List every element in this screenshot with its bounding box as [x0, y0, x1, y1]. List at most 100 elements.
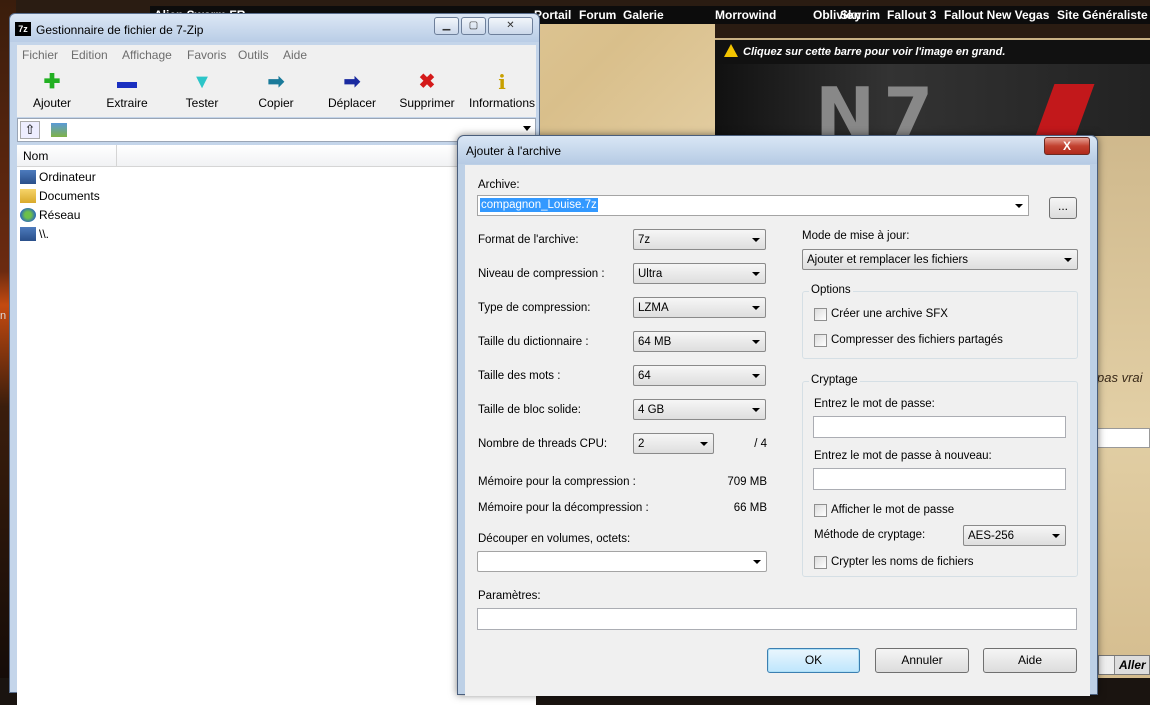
- maximize-button[interactable]: ▢: [461, 17, 486, 35]
- title-bar[interactable]: 7z Gestionnaire de fichier de 7-Zip ▁ ▢ …: [10, 14, 539, 42]
- password-input[interactable]: [813, 416, 1066, 438]
- add-to-archive-dialog: Ajouter à l'archive X Archive: compagnon…: [457, 135, 1098, 696]
- computer-path-icon: [51, 123, 67, 137]
- word-size-select[interactable]: 64: [633, 365, 766, 386]
- show-password-label[interactable]: Afficher le mot de passe: [831, 504, 954, 516]
- chevron-down-icon: [1052, 534, 1060, 538]
- move-button[interactable]: ➡ Déplacer: [317, 65, 387, 117]
- format-value: 7z: [638, 234, 651, 246]
- up-folder-icon[interactable]: ⇧: [20, 121, 40, 139]
- menu-outils[interactable]: Outils: [238, 48, 269, 62]
- close-button[interactable]: ✕: [488, 17, 533, 35]
- shared-files-checkbox[interactable]: [814, 334, 827, 347]
- encryption-method-select[interactable]: AES-256: [963, 525, 1066, 546]
- computer-icon: [20, 170, 36, 184]
- chevron-down-icon: [752, 408, 760, 412]
- archive-name-value: compagnon_Louise.7z: [480, 198, 598, 212]
- dialog-close-button[interactable]: X: [1044, 137, 1090, 155]
- split-volumes-combo[interactable]: [477, 551, 767, 572]
- password-confirm-input[interactable]: [813, 468, 1066, 490]
- dictionary-size-select[interactable]: 64 MB: [633, 331, 766, 352]
- dictionary-size-value: 64 MB: [638, 336, 672, 348]
- list-item-label: \\.: [39, 227, 50, 241]
- update-mode-select[interactable]: Ajouter et remplacer les fichiers: [802, 249, 1078, 270]
- chevron-down-icon: [1064, 258, 1072, 262]
- compression-level-value: Ultra: [638, 268, 663, 280]
- solid-block-label: Taille de bloc solide:: [478, 404, 581, 416]
- memory-decompression-label: Mémoire pour la décompression :: [478, 502, 649, 514]
- solid-block-value: 4 GB: [638, 404, 665, 416]
- format-select[interactable]: 7z: [633, 229, 766, 250]
- info-label: Informations: [468, 96, 536, 110]
- compression-type-value: LZMA: [638, 302, 669, 314]
- extract-label: Extraire: [106, 96, 148, 110]
- menu-aide[interactable]: Aide: [283, 48, 307, 62]
- nav-link-site-generaliste[interactable]: Site Généraliste: [1057, 8, 1148, 22]
- test-button[interactable]: ▼ Tester: [167, 65, 237, 117]
- aller-button[interactable]: Aller: [1098, 655, 1150, 675]
- format-label: Format de l'archive:: [478, 234, 579, 246]
- password-label: Entrez le mot de passe:: [814, 398, 935, 410]
- chevron-down-icon[interactable]: [1015, 204, 1023, 208]
- aller-label: Aller: [1119, 658, 1146, 672]
- browse-button[interactable]: ...: [1049, 197, 1077, 219]
- threads-select[interactable]: 2: [633, 433, 714, 454]
- chevron-down-icon[interactable]: [1099, 656, 1115, 674]
- n7-logo-text: N7: [815, 72, 942, 136]
- compression-type-select[interactable]: LZMA: [633, 297, 766, 318]
- add-button[interactable]: ✚ Ajouter: [17, 65, 87, 117]
- enlarge-image-text: Cliquez sur cette barre pour voir l'imag…: [743, 46, 1006, 58]
- threads-label: Nombre de threads CPU:: [478, 438, 608, 450]
- minimize-button[interactable]: ▁: [434, 17, 459, 35]
- sfx-checkbox[interactable]: [814, 308, 827, 321]
- ok-button[interactable]: OK: [767, 648, 860, 673]
- compression-level-select[interactable]: Ultra: [633, 263, 766, 284]
- network-icon: [20, 208, 36, 222]
- info-button[interactable]: i Informations: [467, 65, 537, 117]
- help-button[interactable]: Aide: [983, 648, 1077, 673]
- extract-button[interactable]: ▬ Extraire: [92, 65, 162, 117]
- delete-icon: ✖: [418, 71, 436, 93]
- parameters-input[interactable]: [477, 608, 1077, 630]
- encryption-title: Cryptage: [809, 374, 860, 386]
- menu-favoris[interactable]: Favoris: [187, 48, 226, 62]
- solid-block-select[interactable]: 4 GB: [633, 399, 766, 420]
- encrypt-names-checkbox[interactable]: [814, 556, 827, 569]
- nav-link-forum[interactable]: Forum: [579, 8, 616, 22]
- window-title: Gestionnaire de fichier de 7-Zip: [36, 23, 204, 37]
- memory-compression-label: Mémoire pour la compression :: [478, 476, 636, 488]
- cancel-button[interactable]: Annuler: [875, 648, 969, 673]
- encrypt-names-label[interactable]: Crypter les noms de fichiers: [831, 556, 974, 568]
- menu-affichage[interactable]: Affichage: [122, 48, 172, 62]
- computer-icon: [20, 227, 36, 241]
- nav-link-galerie[interactable]: Galerie: [623, 8, 664, 22]
- chevron-down-icon[interactable]: [523, 126, 531, 131]
- warning-icon: [724, 44, 738, 57]
- check-icon: ▼: [192, 71, 212, 93]
- minus-icon: ▬: [117, 71, 137, 93]
- dialog-title-bar[interactable]: Ajouter à l'archive X: [458, 136, 1097, 164]
- nav-link-fallout-nv[interactable]: Fallout New Vegas: [944, 8, 1049, 22]
- background-input[interactable]: [1097, 428, 1150, 448]
- n7-banner-image: N7: [715, 64, 1150, 136]
- n7-red-stripe: [1035, 84, 1095, 136]
- delete-button[interactable]: ✖ Supprimer: [392, 65, 462, 117]
- encryption-method-label: Méthode de cryptage:: [814, 529, 926, 541]
- test-label: Tester: [185, 96, 219, 110]
- enlarge-image-bar[interactable]: Cliquez sur cette barre pour voir l'imag…: [715, 40, 1150, 64]
- nav-link-morrowind[interactable]: Morrowind: [715, 8, 776, 22]
- column-header-name[interactable]: Nom: [17, 145, 117, 167]
- threads-value: 2: [638, 438, 645, 450]
- nav-link-fallout3[interactable]: Fallout 3: [887, 8, 936, 22]
- chevron-down-icon: [752, 272, 760, 276]
- copy-button[interactable]: ➡ Copier: [241, 65, 311, 117]
- sfx-label[interactable]: Créer une archive SFX: [831, 308, 948, 320]
- nav-link-skyrim[interactable]: Skyrim: [840, 8, 880, 22]
- options-title: Options: [809, 284, 853, 296]
- shared-files-label[interactable]: Compresser des fichiers partagés: [831, 334, 1003, 346]
- memory-decompression-value: 66 MB: [733, 502, 767, 514]
- menu-fichier[interactable]: Fichier: [22, 48, 58, 62]
- archive-name-combo[interactable]: compagnon_Louise.7z: [477, 195, 1029, 216]
- show-password-checkbox[interactable]: [814, 504, 827, 517]
- menu-edition[interactable]: Edition: [71, 48, 108, 62]
